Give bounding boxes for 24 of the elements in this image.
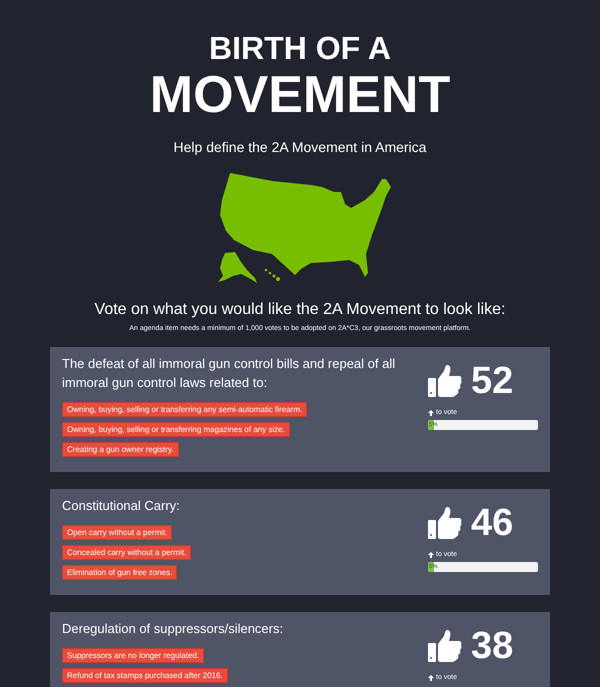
up-arrow-icon — [428, 410, 434, 416]
agenda-point: Creating a gun owner registry. — [62, 442, 179, 457]
thumbs-up-icon[interactable] — [428, 507, 462, 539]
agenda-point: Elimination of gun free zones. — [62, 565, 178, 580]
agenda-point: Owning, buying, selling or transferring any semi-automatic firearm. — [62, 402, 308, 417]
agenda-title: The defeat of all immoral gun control bills and repeal of all immoral gun control laws related to: — [62, 355, 396, 392]
agenda-point: Concealed carry without a permit. — [62, 545, 192, 560]
agenda-point: Refund of tax stamps purchased after 2016. — [62, 668, 228, 683]
vote-count: 38 — [471, 624, 514, 668]
thumbs-up-icon[interactable] — [428, 365, 462, 397]
agenda-point: Suppressors are no longer regulated. — [62, 648, 204, 663]
vote-count: 46 — [471, 501, 514, 545]
agenda-title: Constitutional Carry: — [62, 497, 180, 515]
page-title: MOVEMENT — [150, 69, 450, 121]
agenda-point: Owning, buying, selling or transferring magazines of any size. — [62, 422, 290, 437]
vote-count: 52 — [471, 359, 514, 403]
up-arrow-icon — [428, 675, 434, 681]
page-title: BIRTH OF A — [209, 32, 391, 64]
vote-heading: Vote on what you would like the 2A Movement to look like: — [94, 300, 506, 320]
agenda-title: Deregulation of suppressors/silencers: — [62, 620, 284, 638]
subtitle: Help define the 2A Movement in America — [174, 138, 426, 157]
agenda-point: Open carry without a permit. — [62, 525, 172, 540]
thumbs-up-icon[interactable] — [428, 630, 462, 662]
up-arrow-icon — [428, 552, 434, 558]
